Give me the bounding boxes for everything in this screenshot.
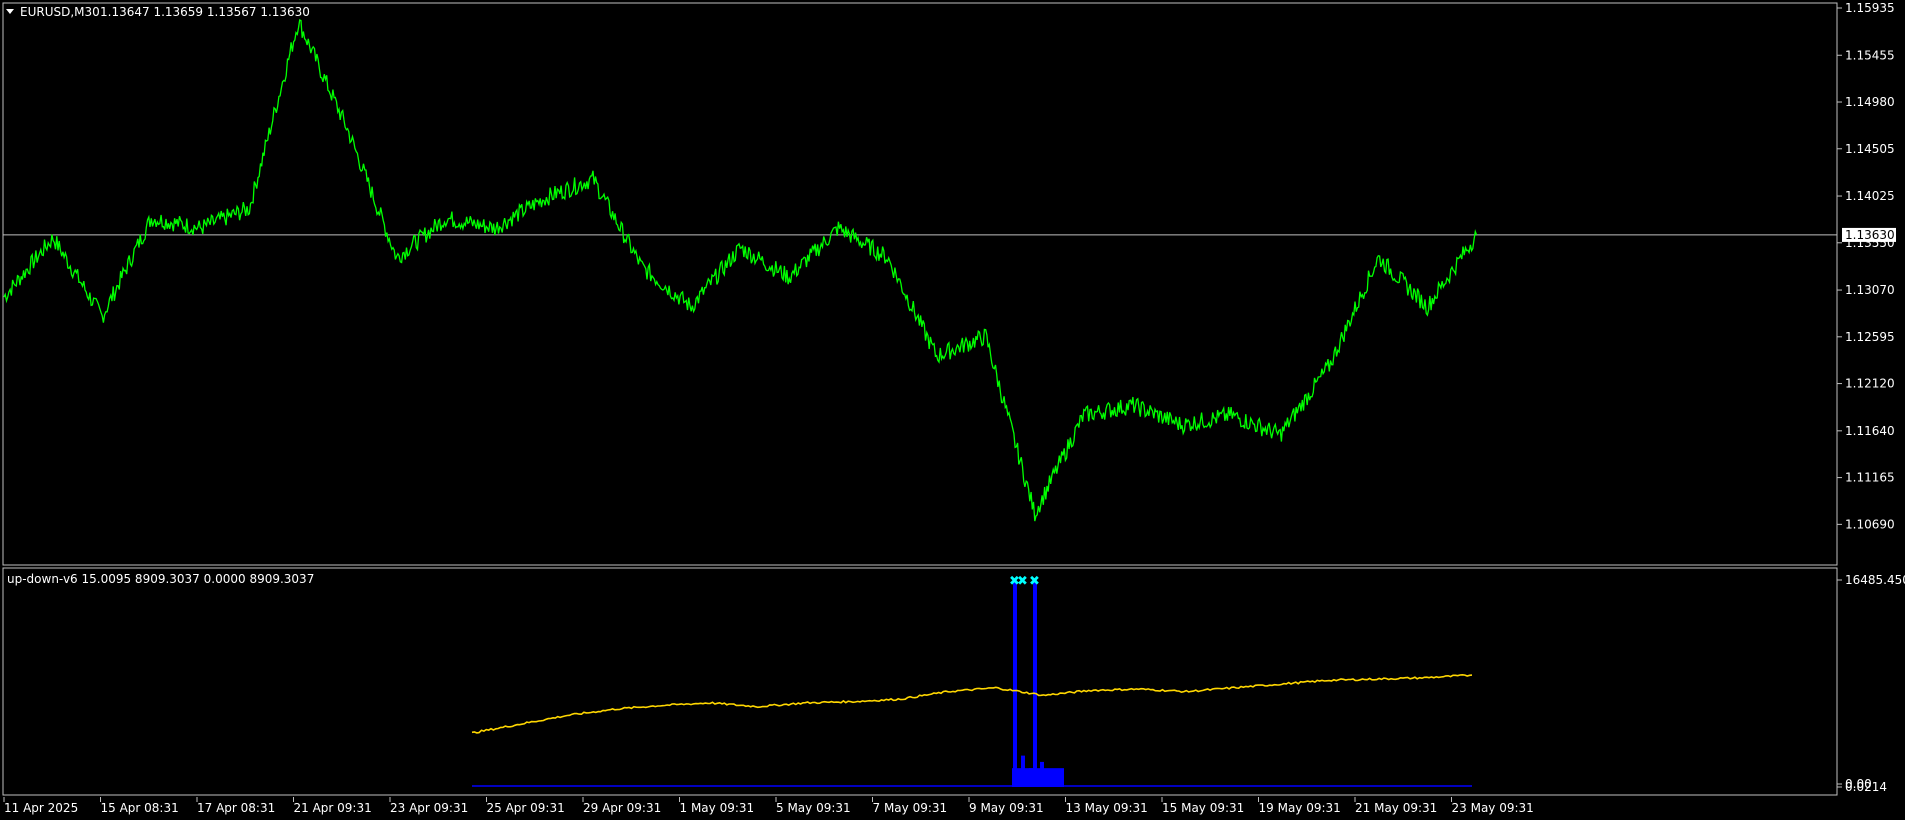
y-tick-label: 1.12595 [1845,330,1895,344]
signal-marker: ✖ [1029,574,1040,589]
x-tick-label: 25 Apr 09:31 [487,801,565,815]
current-price-tag: 1.13630 [1842,227,1896,242]
x-tick-label: 17 Apr 08:31 [197,801,275,815]
y-tick-label: 1.14980 [1845,95,1895,109]
x-tick-label: 5 May 09:31 [776,801,851,815]
y-tick-label: 1.13070 [1845,283,1895,297]
x-tick-label: 15 Apr 08:31 [101,801,179,815]
y-tick-label: 1.11640 [1845,424,1895,438]
x-tick-label: 29 Apr 09:31 [583,801,661,815]
x-tick-label: 19 May 09:31 [1259,801,1341,815]
current-price-label: 1.13630 [1845,228,1895,242]
y-tick-label: 1.14505 [1845,142,1895,156]
x-tick-label: 9 May 09:31 [969,801,1044,815]
symbol-label: EURUSD,M30 [20,5,100,19]
histogram-bar [1013,580,1017,788]
y-tick-label: 1.14025 [1845,189,1895,203]
x-tick-label: 15 May 09:31 [1162,801,1244,815]
y-tick-label: 1.11165 [1845,471,1895,485]
x-tick-label: 11 Apr 2025 [4,801,78,815]
x-tick-label: 21 May 09:31 [1355,801,1437,815]
indicator-title: up-down-v6 15.0095 8909.3037 0.0000 8909… [7,572,314,586]
signal-marker: ✖ [1017,574,1028,589]
x-tick-label: 1 May 09:31 [680,801,755,815]
y-tick-label: 1.12120 [1845,377,1895,391]
histogram-bar [1012,768,1064,788]
x-tick-label: 23 Apr 09:31 [390,801,468,815]
indicator-markers: ✖✖ ✖ [1009,574,1040,589]
y-tick-label: 1.15935 [1845,1,1895,15]
x-tick-label: 13 May 09:31 [1066,801,1148,815]
y-tick-label: 16485.450 [1845,573,1905,587]
y-tick-label: 1.10690 [1845,517,1895,531]
histogram-bar [1033,580,1037,788]
x-tick-label: 21 Apr 09:31 [294,801,372,815]
x-tick-label: 23 May 09:31 [1452,801,1534,815]
y-tick-label: 0.00 [1845,777,1872,791]
chart-background [0,0,1905,820]
chart-canvas[interactable]: EURUSD,M30 1.13647 1.13659 1.13567 1.136… [0,0,1905,820]
y-tick-label: 1.15455 [1845,48,1895,62]
ohlc-label: 1.13647 1.13659 1.13567 1.13630 [100,5,310,19]
x-tick-label: 7 May 09:31 [873,801,948,815]
